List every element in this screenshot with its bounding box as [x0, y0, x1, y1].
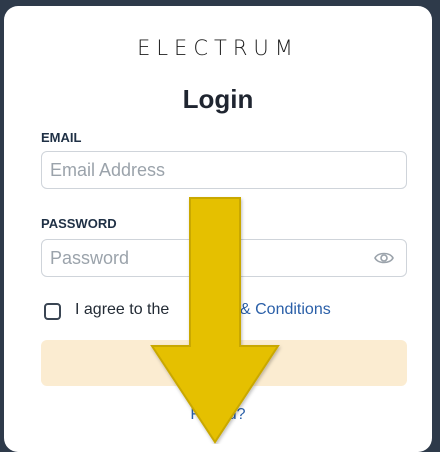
down-arrow-icon: [150, 197, 280, 444]
password-label: PASSWORD: [41, 216, 117, 231]
email-field-wrapper: [41, 151, 407, 189]
terms-checkbox[interactable]: [44, 303, 61, 320]
email-label: EMAIL: [41, 130, 82, 145]
page-title: Login: [182, 84, 254, 114]
app-frame: ELECTRUM Login EMAIL PASSWORD I agree to…: [0, 0, 440, 452]
brand-logo: ELECTRUM: [137, 36, 299, 60]
email-field[interactable]: [50, 152, 370, 188]
eye-icon[interactable]: [374, 250, 394, 266]
